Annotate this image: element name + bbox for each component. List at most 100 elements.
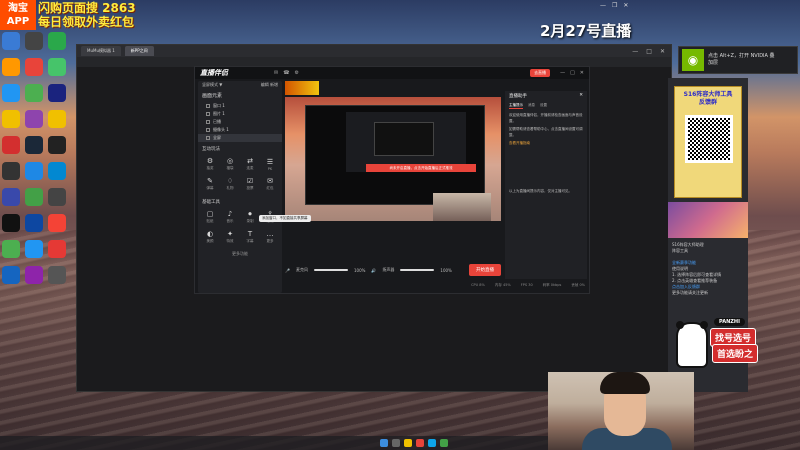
desktop-app-icon[interactable] <box>2 84 20 102</box>
desktop-app-icon[interactable] <box>25 58 43 76</box>
restore-icon[interactable]: ❐ <box>612 2 617 9</box>
scene-item[interactable]: 全屏 <box>198 134 282 142</box>
tool-button[interactable]: ◎ 福袋 <box>221 155 239 173</box>
desktop-app-icon[interactable] <box>48 266 66 284</box>
assistant-guide-link[interactable]: 查看开播指南 <box>505 139 587 147</box>
tool-button[interactable]: ♪ 音乐 <box>221 208 239 226</box>
desktop-app-icon[interactable] <box>25 32 43 50</box>
tool-label: 抽奖 <box>206 166 214 170</box>
tool-button[interactable]: ✉ 红包 <box>261 175 279 193</box>
tab-messages[interactable]: 消息 <box>528 103 535 109</box>
desktop-app-icon[interactable] <box>2 110 20 128</box>
desktop-app-icon[interactable] <box>2 136 20 154</box>
tool-button[interactable]: ✎ 弹幕 <box>201 175 219 193</box>
tool-button[interactable]: ⚙ 抽奖 <box>201 155 219 173</box>
checkbox-icon[interactable] <box>206 112 210 116</box>
checkbox-icon[interactable] <box>206 104 210 108</box>
app-icon[interactable] <box>416 439 424 447</box>
desktop-app-icon[interactable] <box>48 188 66 206</box>
speaker-volume-slider[interactable] <box>400 269 435 271</box>
desktop-app-icon[interactable] <box>2 266 20 284</box>
close-icon[interactable]: ✕ <box>580 70 584 76</box>
scene-item[interactable]: 摄像头 1 <box>198 126 282 134</box>
desktop-app-icon[interactable] <box>2 188 20 206</box>
scene-item[interactable]: 已播 <box>198 118 282 126</box>
tool-label: 红包 <box>266 186 274 190</box>
tool-button[interactable]: ☑ 投票 <box>241 175 259 193</box>
desktop-app-icon[interactable] <box>25 136 43 154</box>
live-streaming-app: 直播伴侣 ✉ ☎ ⚙ 去直播 — □ ✕ 竖屏模式 ▼ 编辑 新增 画面元素 窗… <box>194 66 590 294</box>
scene-item[interactable]: 窗口 1 <box>198 102 282 110</box>
checkbox-icon[interactable] <box>206 136 210 140</box>
scene-item[interactable]: 图片 1 <box>198 110 282 118</box>
desktop-app-icon[interactable] <box>48 58 66 76</box>
scene-thumbnail[interactable] <box>285 81 319 95</box>
desktop-app-icon[interactable] <box>2 214 20 232</box>
desktop-app-icon[interactable] <box>48 32 66 50</box>
tab-anchor-tips[interactable]: 主播提示 <box>509 103 523 109</box>
desktop-app-icon[interactable] <box>48 162 66 180</box>
start-live-button[interactable]: 开始直播 <box>469 264 501 276</box>
speaker-icon[interactable]: 🔊 <box>371 268 376 273</box>
desktop-app-icon[interactable] <box>48 136 66 154</box>
tab-mumu[interactable]: MuMu模拟器 1 <box>81 46 121 56</box>
desktop-app-icon[interactable] <box>2 32 20 50</box>
tool-button[interactable]: ⏺ 录制 <box>241 208 259 226</box>
start-icon[interactable] <box>380 439 388 447</box>
desktop-app-icon[interactable] <box>25 188 43 206</box>
desktop-app-icon[interactable] <box>25 266 43 284</box>
close-icon[interactable]: ✕ <box>623 2 628 9</box>
desktop-app-icon[interactable] <box>25 110 43 128</box>
minimize-button[interactable]: — <box>632 48 638 55</box>
desktop-app-icon[interactable] <box>48 214 66 232</box>
tool-button[interactable]: ✦ 特效 <box>221 228 239 246</box>
tool-button[interactable]: T 字幕 <box>241 228 259 246</box>
desktop-app-icon[interactable] <box>2 240 20 258</box>
desktop-app-icon[interactable] <box>25 162 43 180</box>
maximize-icon[interactable]: □ <box>570 70 575 76</box>
game-banner <box>668 202 748 238</box>
desktop-app-icon[interactable] <box>25 84 43 102</box>
mode-select[interactable]: 竖屏模式 ▼ <box>202 81 222 89</box>
nvidia-notification[interactable]: ◉ 点击 Alt+Z，打开 NVIDIA 叠 加层 <box>678 46 798 74</box>
gear-icon[interactable]: ⚙ <box>294 70 298 76</box>
desktop-app-icon[interactable] <box>25 214 43 232</box>
desktop-app-icon[interactable] <box>48 84 66 102</box>
tab-settings[interactable]: 设置 <box>540 103 547 109</box>
chat-icon[interactable] <box>440 439 448 447</box>
close-button[interactable]: ✕ <box>660 48 665 55</box>
mic-icon[interactable]: 🎤 <box>285 268 290 273</box>
panda-mascot <box>676 321 708 368</box>
tool-button[interactable]: ♢ 礼物 <box>221 175 239 193</box>
message-icon[interactable]: ✉ <box>274 70 278 76</box>
minimize-icon[interactable]: — <box>560 70 565 76</box>
search-icon[interactable] <box>392 439 400 447</box>
tool-button[interactable]: ⇄ 连麦 <box>241 155 259 173</box>
nested-capture <box>346 112 466 172</box>
tool-button[interactable]: ☰ PK <box>261 155 279 173</box>
maximize-button[interactable]: □ <box>646 48 652 55</box>
tool-button[interactable]: … 更多 <box>261 228 279 246</box>
desktop-app-icon[interactable] <box>48 240 66 258</box>
desktop-app-icon[interactable] <box>48 110 66 128</box>
minimize-icon[interactable]: — <box>600 2 606 9</box>
checkbox-icon[interactable] <box>206 120 210 124</box>
folder-icon[interactable] <box>404 439 412 447</box>
tool-button[interactable]: ◐ 美颜 <box>201 228 219 246</box>
desktop-app-icon[interactable] <box>25 240 43 258</box>
tool-label: 弹幕 <box>206 186 214 190</box>
browser-icon[interactable] <box>428 439 436 447</box>
edit-add-links[interactable]: 编辑 新增 <box>261 81 278 89</box>
desktop-app-icon[interactable] <box>2 162 20 180</box>
stream-preview[interactable]: 尚未开启直播，点击开始直播后正式推流 <box>285 97 501 221</box>
desktop-app-icon[interactable] <box>2 58 20 76</box>
checkbox-icon[interactable] <box>206 128 210 132</box>
assistant-close-icon[interactable]: ✕ <box>579 93 583 99</box>
go-live-small-button[interactable]: 去直播 <box>530 69 551 77</box>
phone-icon[interactable]: ☎ <box>283 70 289 76</box>
tool-icon: ☑ <box>246 177 254 185</box>
more-features-button[interactable]: 更多功能 <box>198 251 282 257</box>
mic-volume-slider[interactable] <box>313 269 348 271</box>
tab-pp[interactable]: 新PP之间 <box>124 46 154 56</box>
tool-button[interactable]: ▢ 贴纸 <box>201 208 219 226</box>
